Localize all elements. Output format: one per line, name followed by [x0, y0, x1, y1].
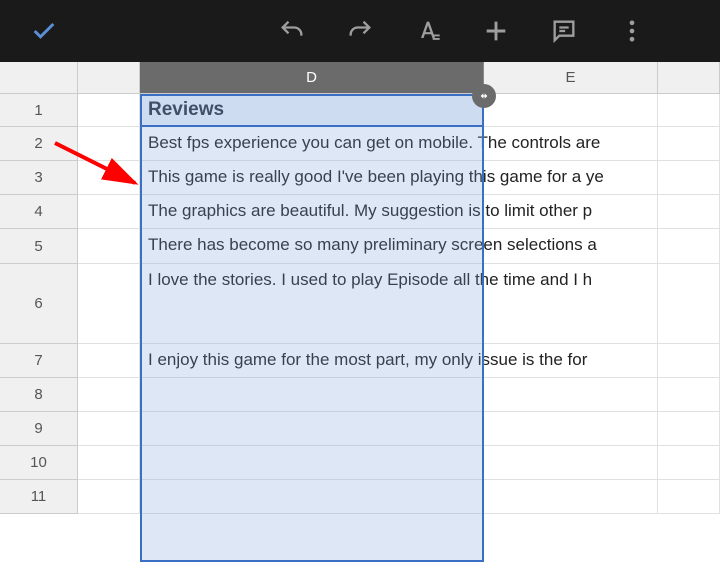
row-header-4[interactable]: 4	[0, 195, 78, 229]
check-icon	[30, 17, 58, 45]
cell[interactable]	[484, 480, 658, 514]
cell[interactable]	[78, 344, 140, 378]
cell[interactable]	[78, 264, 140, 344]
rows: 1 Reviews 2 Best fps experience you can …	[0, 94, 720, 514]
cell[interactable]	[658, 229, 720, 264]
row-header-7[interactable]: 7	[0, 344, 78, 378]
cell[interactable]	[78, 446, 140, 480]
cell[interactable]	[658, 127, 720, 161]
cell[interactable]: Best fps experience you can get on mobil…	[140, 127, 484, 161]
column-header-c[interactable]	[78, 62, 140, 94]
row-header-6[interactable]: 6	[0, 264, 78, 344]
cell[interactable]	[78, 127, 140, 161]
row-header-8[interactable]: 8	[0, 378, 78, 412]
toolbar	[0, 0, 720, 62]
cell[interactable]: There has become so many preliminary scr…	[140, 229, 484, 264]
cell[interactable]	[658, 344, 720, 378]
cell[interactable]: This game is really good I've been playi…	[140, 161, 484, 195]
plus-icon	[482, 17, 510, 45]
table-row: 2 Best fps experience you can get on mob…	[0, 127, 720, 161]
insert-button[interactable]	[472, 7, 520, 55]
row-header-10[interactable]: 10	[0, 446, 78, 480]
cell[interactable]	[484, 412, 658, 446]
comment-button[interactable]	[540, 7, 588, 55]
cell[interactable]	[658, 446, 720, 480]
cell[interactable]	[658, 195, 720, 229]
cell[interactable]	[78, 412, 140, 446]
table-row: 10	[0, 446, 720, 480]
cell[interactable]	[658, 412, 720, 446]
row-header-9[interactable]: 9	[0, 412, 78, 446]
cell[interactable]	[78, 161, 140, 195]
row-header-5[interactable]: 5	[0, 229, 78, 264]
select-all-corner[interactable]	[0, 62, 78, 94]
cell[interactable]	[140, 480, 484, 514]
cell[interactable]	[140, 378, 484, 412]
cell[interactable]: The graphics are beautiful. My suggestio…	[140, 195, 484, 229]
cell[interactable]	[140, 446, 484, 480]
table-row: 8	[0, 378, 720, 412]
cell-text: Best fps experience you can get on mobil…	[148, 133, 600, 153]
cell[interactable]	[78, 480, 140, 514]
cell[interactable]	[658, 161, 720, 195]
row-header-1[interactable]: 1	[0, 94, 78, 127]
undo-button[interactable]	[268, 7, 316, 55]
cell[interactable]	[78, 378, 140, 412]
row-header-2[interactable]: 2	[0, 127, 78, 161]
cell[interactable]	[658, 480, 720, 514]
cell[interactable]	[658, 264, 720, 344]
table-row: 4 The graphics are beautiful. My suggest…	[0, 195, 720, 229]
row-header-11[interactable]: 11	[0, 480, 78, 514]
table-row: 7 I enjoy this game for the most part, m…	[0, 344, 720, 378]
comment-icon	[550, 17, 578, 45]
more-button[interactable]	[608, 7, 656, 55]
undo-icon	[278, 17, 306, 45]
column-headers: D E	[0, 62, 720, 94]
table-row: 1 Reviews	[0, 94, 720, 127]
cell[interactable]	[78, 229, 140, 264]
cell[interactable]	[484, 446, 658, 480]
more-vert-icon	[618, 17, 646, 45]
confirm-button[interactable]	[20, 7, 68, 55]
cell[interactable]: I enjoy this game for the most part, my …	[140, 344, 484, 378]
cell[interactable]	[140, 412, 484, 446]
column-header-e[interactable]: E	[484, 62, 658, 94]
cell-text: The graphics are beautiful. My suggestio…	[148, 201, 592, 221]
cell-text: I enjoy this game for the most part, my …	[148, 350, 587, 370]
column-header-f[interactable]	[658, 62, 720, 94]
format-text-icon	[414, 17, 442, 45]
cell-text: I love the stories. I used to play Episo…	[148, 270, 592, 290]
cell[interactable]	[658, 94, 720, 127]
table-row: 9	[0, 412, 720, 446]
column-header-d[interactable]: D	[140, 62, 484, 94]
table-row: 3 This game is really good I've been pla…	[0, 161, 720, 195]
cell[interactable]	[658, 378, 720, 412]
column-resize-handle[interactable]	[472, 84, 496, 108]
row-header-3[interactable]: 3	[0, 161, 78, 195]
drag-horizontal-icon	[476, 88, 492, 104]
cell-text: This game is really good I've been playi…	[148, 167, 604, 187]
format-button[interactable]	[404, 7, 452, 55]
redo-button[interactable]	[336, 7, 384, 55]
redo-icon	[346, 17, 374, 45]
cell-text: There has become so many preliminary scr…	[148, 235, 597, 255]
cell[interactable]: Reviews	[140, 94, 484, 127]
spreadsheet: D E 1 Reviews 2 Best fps experience you …	[0, 62, 720, 562]
table-row: 5 There has become so many preliminary s…	[0, 229, 720, 264]
table-row: 6 I love the stories. I used to play Epi…	[0, 264, 720, 344]
cell[interactable]	[484, 378, 658, 412]
cell[interactable]: I love the stories. I used to play Episo…	[140, 264, 484, 344]
cell[interactable]	[78, 94, 140, 127]
table-row: 11	[0, 480, 720, 514]
cell[interactable]	[484, 94, 658, 127]
cell[interactable]	[78, 195, 140, 229]
